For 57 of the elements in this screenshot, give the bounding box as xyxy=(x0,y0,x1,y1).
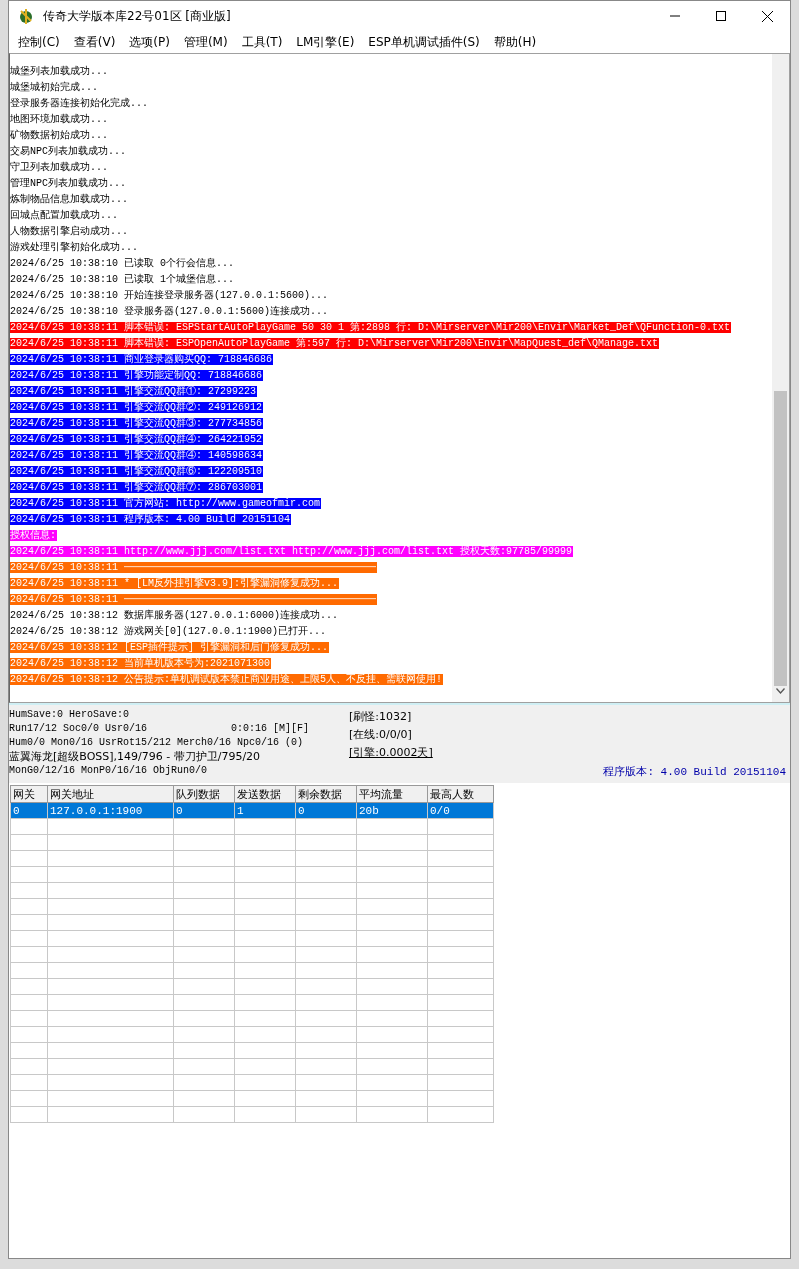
table-cell: 20b xyxy=(359,804,379,817)
log-line: 人物数据引擎启动成功... xyxy=(10,226,129,237)
column-header[interactable]: 队列数据 xyxy=(173,785,235,803)
maximize-icon[interactable] xyxy=(716,11,726,21)
scroll-down-icon[interactable] xyxy=(776,688,785,694)
app-logo-icon xyxy=(17,7,35,25)
status-text: [引擎:0.0002天] xyxy=(349,745,433,761)
log-line: 登录服务器连接初始化完成... xyxy=(10,98,149,109)
log-line: 2024/6/25 10:38:10 已读取 0个行会信息... xyxy=(10,258,236,269)
log-line: 2024/6/25 10:38:12 数据库服务器(127.0.0.1:6000)连接成功... xyxy=(10,610,340,621)
log-line: 地图环境加载成功... xyxy=(10,114,109,125)
log-line: 守卫列表加载成功... xyxy=(10,162,109,173)
log-line: 炼制物品信息加载成功... xyxy=(10,194,129,205)
column-header[interactable]: 最高人数 xyxy=(427,785,494,803)
menu-item[interactable]: 工具(T) xyxy=(234,33,290,51)
menu-item[interactable]: 帮助(H) xyxy=(486,33,544,51)
menu-item[interactable]: 管理(M) xyxy=(176,33,235,51)
menu-item[interactable]: ESP单机调试插件(S) xyxy=(361,33,487,51)
column-header[interactable]: 剩余数据 xyxy=(295,785,357,803)
log-line: 2024/6/25 10:38:10 开始连接登录服务器(127.0.0.1:5600)... xyxy=(10,290,330,301)
column-header[interactable]: 发送数据 xyxy=(234,785,296,803)
log-line: 回城点配置加载成功... xyxy=(10,210,119,221)
status-text: [刷怪:1032] xyxy=(349,709,413,725)
table-cell: 0 xyxy=(298,804,305,817)
status-text: Hum0/0 Mon0/16 UsrRot15/212 Merch0/16 Npc0/16 (0) xyxy=(9,736,305,750)
status-text: Run17/12 Soc0/0 Usr0/16 xyxy=(9,722,148,736)
table-cell: 0 xyxy=(176,804,183,817)
column-header[interactable]: 平均流量 xyxy=(356,785,428,803)
status-text: HumSave:0 HeroSave:0 xyxy=(9,708,131,722)
log-line: 矿物数据初始成功... xyxy=(10,130,109,141)
log-line: 管理NPC列表加载成功... xyxy=(10,178,127,189)
log-line: 交易NPC列表加载成功... xyxy=(10,146,127,157)
version-text: 程序版本: 4.00 Build 20151104 xyxy=(603,765,786,779)
table-row[interactable]: 0 127.0.0.1:1900 0 1 0 20b 0/0 xyxy=(10,802,494,819)
status-text: 蓝翼海龙[超级BOSS],149/796 - 带刀护卫/795/20 xyxy=(9,750,262,764)
status-text: [在线:0/0/0] xyxy=(349,727,413,743)
table-cell: 127.0.0.1:1900 xyxy=(50,804,143,817)
status-text: MonG0/12/16 MonP0/16/16 ObjRun0/0 xyxy=(9,764,209,778)
menu-item[interactable]: 控制(C) xyxy=(11,33,67,51)
status-text: 0:0:16 [M][F] xyxy=(231,722,309,736)
table-cell: 0/0 xyxy=(430,804,450,817)
column-header[interactable]: 网关 xyxy=(10,785,48,803)
menu-item[interactable]: 选项(P) xyxy=(122,33,177,51)
log-line: 2024/6/25 10:38:12 游戏网关[0](127.0.0.1:1900)已打开... xyxy=(10,626,328,637)
log-line: 游戏处理引擎初始化成功... xyxy=(10,242,139,253)
log-line: 2024/6/25 10:38:10 登录服务器(127.0.0.1:5600)连接成功... xyxy=(10,306,330,317)
table-cell: 0 xyxy=(13,804,20,817)
log-line: 2024/6/25 10:38:10 已读取 1个城堡信息... xyxy=(10,274,236,285)
menu-item[interactable]: LM引擎(E) xyxy=(289,33,362,51)
scrollbar-thumb[interactable] xyxy=(774,391,787,686)
menu-item[interactable]: 查看(V) xyxy=(66,33,123,51)
close-icon[interactable] xyxy=(762,10,773,22)
column-header[interactable]: 网关地址 xyxy=(47,785,174,803)
window-title: 传奇大学版本库22号01区 [商业版] xyxy=(43,7,231,25)
log-line: 城堡列表加载成功... xyxy=(10,66,109,77)
table-cell: 1 xyxy=(237,804,244,817)
log-line: 城堡城初始完成... xyxy=(10,82,99,93)
